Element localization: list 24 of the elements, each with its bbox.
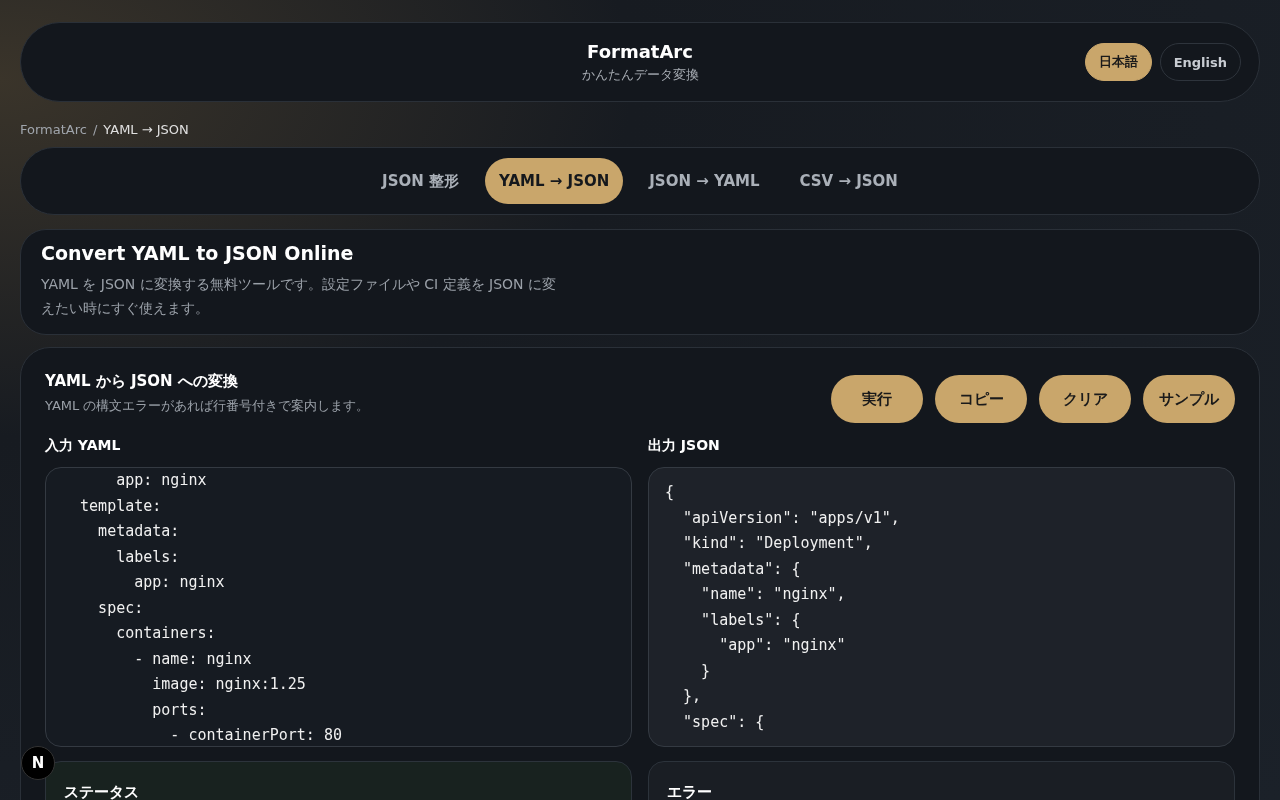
action-button[interactable]: 実行 xyxy=(831,375,923,423)
action-button[interactable]: サンプル xyxy=(1143,375,1235,423)
json-output-field[interactable]: { "apiVersion": "apps/v1", "kind": "Deployment", "metadata": { "name": "nginx", "labels": { "app": "nginx" } }, "spec": { xyxy=(648,467,1235,747)
action-button[interactable]: コピー xyxy=(935,375,1027,423)
action-button[interactable]: クリア xyxy=(1039,375,1131,423)
intro-title: Convert YAML to JSON Online xyxy=(41,242,355,264)
yaml-input-field[interactable]: app: nginx template: metadata: labels: app: nginx spec: containers: - name: nginx image: nginx:1.25 ports: - containerPort: 80 xyxy=(45,467,632,747)
breadcrumb-item[interactable]: FormatArc xyxy=(20,122,87,137)
tool-tab[interactable]: JSON → YAML xyxy=(635,158,774,204)
status-title: ステータス xyxy=(64,783,139,800)
site-title: FormatArc xyxy=(587,40,693,62)
tool-tab[interactable]: JSON 整形 xyxy=(368,158,473,204)
error-title: エラー xyxy=(667,783,712,800)
tool-tab[interactable]: CSV → JSON xyxy=(785,158,912,204)
breadcrumb-separator: / xyxy=(92,122,98,137)
intro-description: YAML を JSON に変換する無料ツールです。設定ファイルや CI 定義を JSON に変えたい時にすぐ使えます。 xyxy=(41,275,557,318)
input-label: 入力 YAML xyxy=(45,437,122,455)
site-subtitle: かんたんデータ変換 xyxy=(581,65,699,84)
output-label: 出力 JSON xyxy=(648,437,721,455)
language-button[interactable]: 日本語 xyxy=(1084,43,1152,81)
converter-title: YAML から JSON への変換 xyxy=(45,372,239,391)
tool-tab[interactable]: YAML → JSON xyxy=(485,158,624,204)
converter-subtitle: YAML の構文エラーがあれば行番号付きで案内します。 xyxy=(45,397,370,415)
breadcrumb-item: YAML → JSON xyxy=(103,122,189,137)
